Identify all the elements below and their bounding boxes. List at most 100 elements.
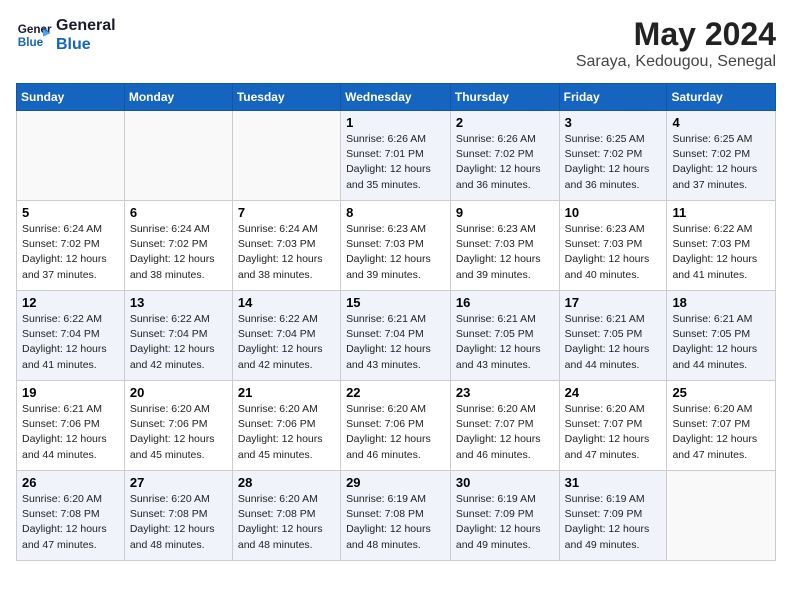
day-info: Sunrise: 6:26 AM Sunset: 7:01 PM Dayligh… [346, 132, 445, 193]
day-number: 2 [456, 115, 554, 130]
week-row-5: 26Sunrise: 6:20 AM Sunset: 7:08 PM Dayli… [17, 471, 776, 561]
day-info: Sunrise: 6:22 AM Sunset: 7:04 PM Dayligh… [22, 312, 119, 373]
day-info: Sunrise: 6:21 AM Sunset: 7:05 PM Dayligh… [565, 312, 662, 373]
day-number: 23 [456, 385, 554, 400]
calendar-cell [17, 111, 125, 201]
calendar-cell: 26Sunrise: 6:20 AM Sunset: 7:08 PM Dayli… [17, 471, 125, 561]
day-number: 27 [130, 475, 227, 490]
day-number: 26 [22, 475, 119, 490]
day-info: Sunrise: 6:20 AM Sunset: 7:07 PM Dayligh… [565, 402, 662, 463]
day-info: Sunrise: 6:21 AM Sunset: 7:04 PM Dayligh… [346, 312, 445, 373]
day-number: 21 [238, 385, 335, 400]
day-number: 14 [238, 295, 335, 310]
svg-text:Blue: Blue [18, 36, 44, 49]
day-number: 10 [565, 205, 662, 220]
header-saturday: Saturday [667, 84, 776, 111]
day-number: 28 [238, 475, 335, 490]
calendar-cell: 24 Sunrise: 6:20 AM Sunset: 7:07 PM Dayli… [559, 381, 667, 471]
day-number: 17 [565, 295, 662, 310]
day-number: 30 [456, 475, 554, 490]
day-number: 24 [565, 385, 662, 400]
day-info: Sunrise: 6:22 AM Sunset: 7:03 PM Dayligh… [672, 222, 770, 283]
day-info: Sunrise: 6:22 AM Sunset: 7:04 PM Dayligh… [238, 312, 335, 373]
week-row-4: 19 Sunrise: 6:21 AM Sunset: 7:06 PM Dayli… [17, 381, 776, 471]
day-number: 13 [130, 295, 227, 310]
day-number: 15 [346, 295, 445, 310]
month-title: May 2024 [576, 16, 776, 53]
day-info: Sunrise: 6:24 AM Sunset: 7:02 PM Dayligh… [130, 222, 227, 283]
day-info: Sunrise: 6:21 AM Sunset: 7:05 PM Dayligh… [456, 312, 554, 373]
day-info: Sunrise: 6:22 AM Sunset: 7:04 PM Dayligh… [130, 312, 227, 373]
calendar-cell: 1Sunrise: 6:26 AM Sunset: 7:01 PM Daylig… [341, 111, 451, 201]
calendar-cell: 6Sunrise: 6:24 AM Sunset: 7:02 PM Daylig… [124, 201, 232, 291]
calendar-cell: 10Sunrise: 6:23 AM Sunset: 7:03 PM Dayli… [559, 201, 667, 291]
day-number: 16 [456, 295, 554, 310]
calendar-cell: 30 Sunrise: 6:19 AM Sunset: 7:09 PM Dayli… [450, 471, 559, 561]
day-number: 11 [672, 205, 770, 220]
header-wednesday: Wednesday [341, 84, 451, 111]
week-row-1: 1Sunrise: 6:26 AM Sunset: 7:01 PM Daylig… [17, 111, 776, 201]
calendar-cell: 16 Sunrise: 6:21 AM Sunset: 7:05 PM Dayli… [450, 291, 559, 381]
day-number: 19 [22, 385, 119, 400]
day-number: 9 [456, 205, 554, 220]
location-subtitle: Saraya, Kedougou, Senegal [576, 53, 776, 71]
day-number: 31 [565, 475, 662, 490]
title-block: May 2024 Saraya, Kedougou, Senegal [576, 16, 776, 71]
calendar-cell: 31 Sunrise: 6:19 AM Sunset: 7:09 PM Dayli… [559, 471, 667, 561]
day-number: 8 [346, 205, 445, 220]
day-info: Sunrise: 6:25 AM Sunset: 7:02 PM Dayligh… [565, 132, 662, 193]
header-sunday: Sunday [17, 84, 125, 111]
calendar-cell: 8 Sunrise: 6:23 AM Sunset: 7:03 PM Daylig… [341, 201, 451, 291]
week-row-2: 5 Sunrise: 6:24 AM Sunset: 7:02 PM Daylig… [17, 201, 776, 291]
calendar-table: SundayMondayTuesdayWednesdayThursdayFrid… [16, 83, 776, 561]
calendar-cell: 11 Sunrise: 6:22 AM Sunset: 7:03 PM Dayli… [667, 201, 776, 291]
header-tuesday: Tuesday [232, 84, 340, 111]
day-number: 20 [130, 385, 227, 400]
day-info: Sunrise: 6:20 AM Sunset: 7:06 PM Dayligh… [346, 402, 445, 463]
calendar-cell: 29 Sunrise: 6:19 AM Sunset: 7:08 PM Dayli… [341, 471, 451, 561]
header-row: SundayMondayTuesdayWednesdayThursdayFrid… [17, 84, 776, 111]
day-number: 3 [565, 115, 662, 130]
week-row-3: 12 Sunrise: 6:22 AM Sunset: 7:04 PM Dayli… [17, 291, 776, 381]
calendar-cell: 3 Sunrise: 6:25 AM Sunset: 7:02 PM Daylig… [559, 111, 667, 201]
calendar-cell: 22 Sunrise: 6:20 AM Sunset: 7:06 PM Dayli… [341, 381, 451, 471]
day-info: Sunrise: 6:21 AM Sunset: 7:06 PM Dayligh… [22, 402, 119, 463]
calendar-cell: 12 Sunrise: 6:22 AM Sunset: 7:04 PM Dayli… [17, 291, 125, 381]
day-number: 7 [238, 205, 335, 220]
page-header: General Blue General Blue May 2024 Saray… [16, 16, 776, 71]
day-info: Sunrise: 6:19 AM Sunset: 7:08 PM Dayligh… [346, 492, 445, 553]
calendar-cell: 2Sunrise: 6:26 AM Sunset: 7:02 PM Daylig… [450, 111, 559, 201]
day-number: 5 [22, 205, 119, 220]
day-number: 4 [672, 115, 770, 130]
day-info: Sunrise: 6:23 AM Sunset: 7:03 PM Dayligh… [346, 222, 445, 283]
calendar-header: SundayMondayTuesdayWednesdayThursdayFrid… [17, 84, 776, 111]
calendar-cell [667, 471, 776, 561]
calendar-cell: 23 Sunrise: 6:20 AM Sunset: 7:07 PM Dayli… [450, 381, 559, 471]
header-monday: Monday [124, 84, 232, 111]
calendar-cell: 18Sunrise: 6:21 AM Sunset: 7:05 PM Dayli… [667, 291, 776, 381]
day-info: Sunrise: 6:24 AM Sunset: 7:02 PM Dayligh… [22, 222, 119, 283]
day-number: 12 [22, 295, 119, 310]
calendar-body: 1Sunrise: 6:26 AM Sunset: 7:01 PM Daylig… [17, 111, 776, 561]
logo-line1: General [56, 16, 116, 35]
header-friday: Friday [559, 84, 667, 111]
day-info: Sunrise: 6:20 AM Sunset: 7:06 PM Dayligh… [238, 402, 335, 463]
calendar-cell: 17 Sunrise: 6:21 AM Sunset: 7:05 PM Dayli… [559, 291, 667, 381]
day-info: Sunrise: 6:20 AM Sunset: 7:07 PM Dayligh… [456, 402, 554, 463]
calendar-cell: 7Sunrise: 6:24 AM Sunset: 7:03 PM Daylig… [232, 201, 340, 291]
logo-icon: General Blue [16, 17, 52, 53]
day-info: Sunrise: 6:20 AM Sunset: 7:06 PM Dayligh… [130, 402, 227, 463]
calendar-cell: 5 Sunrise: 6:24 AM Sunset: 7:02 PM Daylig… [17, 201, 125, 291]
day-info: Sunrise: 6:19 AM Sunset: 7:09 PM Dayligh… [565, 492, 662, 553]
logo: General Blue General Blue [16, 16, 116, 54]
calendar-cell: 9Sunrise: 6:23 AM Sunset: 7:03 PM Daylig… [450, 201, 559, 291]
calendar-cell [232, 111, 340, 201]
day-info: Sunrise: 6:20 AM Sunset: 7:07 PM Dayligh… [672, 402, 770, 463]
day-info: Sunrise: 6:25 AM Sunset: 7:02 PM Dayligh… [672, 132, 770, 193]
day-number: 29 [346, 475, 445, 490]
calendar-cell: 4 Sunrise: 6:25 AM Sunset: 7:02 PM Daylig… [667, 111, 776, 201]
day-info: Sunrise: 6:19 AM Sunset: 7:09 PM Dayligh… [456, 492, 554, 553]
day-number: 22 [346, 385, 445, 400]
calendar-cell: 25Sunrise: 6:20 AM Sunset: 7:07 PM Dayli… [667, 381, 776, 471]
calendar-cell: 20 Sunrise: 6:20 AM Sunset: 7:06 PM Dayli… [124, 381, 232, 471]
